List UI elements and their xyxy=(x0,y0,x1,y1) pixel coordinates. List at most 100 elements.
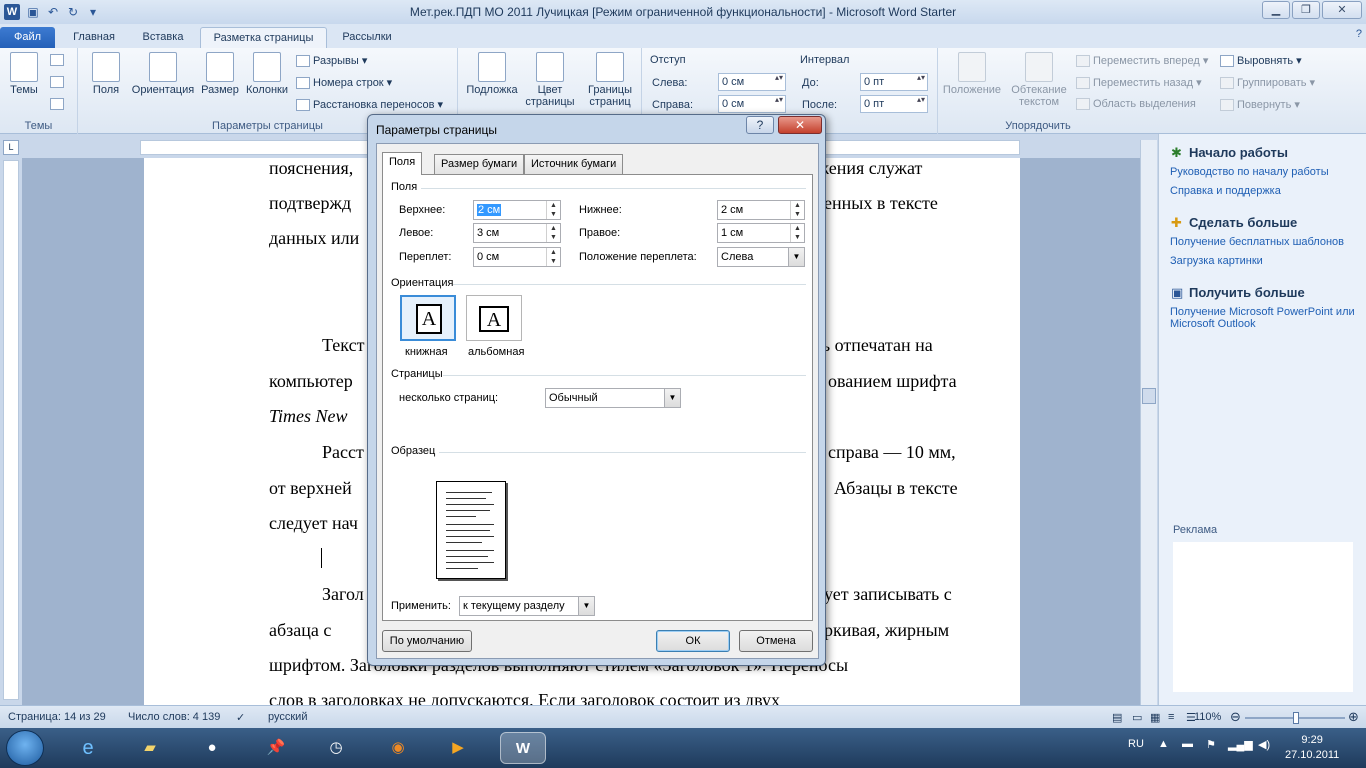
view-outline-icon[interactable]: ≡ xyxy=(1168,711,1174,723)
dropdown-arrow-icon[interactable]: ▼ xyxy=(788,248,804,266)
breaks-button[interactable]: Разрывы ▾ xyxy=(296,54,367,68)
spinner-arrows-icon[interactable]: ▲ ▼ xyxy=(546,224,560,242)
indent-left-spinner[interactable]: 0 см xyxy=(718,73,786,91)
spellcheck-icon[interactable]: ✓ xyxy=(236,711,245,724)
word-count[interactable]: Число слов: 4 139 xyxy=(128,711,220,723)
taskpane-link[interactable]: Загрузка картинки xyxy=(1170,255,1360,267)
set-as-default-button[interactable]: По умолчанию xyxy=(382,630,472,652)
spinner-arrows-icon[interactable]: ▲ ▼ xyxy=(790,201,804,219)
pushpin-icon[interactable]: 📌 xyxy=(260,732,292,764)
spinner-arrows-icon[interactable]: ▲ ▼ xyxy=(546,248,560,266)
spinner-arrows-icon[interactable]: ▲ ▼ xyxy=(546,201,560,219)
explorer-folder-icon[interactable]: ▰ xyxy=(134,732,166,764)
bottom-margin-spinner[interactable]: 2 см ▲ ▼ xyxy=(717,200,805,220)
multiple-pages-select[interactable]: Обычный ▼ xyxy=(545,388,681,408)
spacing-before-spinner[interactable]: 0 пт xyxy=(860,73,928,91)
tab-home[interactable]: Главная xyxy=(60,27,128,48)
page-count[interactable]: Страница: 14 из 29 xyxy=(8,711,106,723)
word-taskbar-icon[interactable]: W xyxy=(500,732,546,764)
theme-fonts-button[interactable] xyxy=(50,76,67,89)
right-margin-spinner[interactable]: 1 см ▲ ▼ xyxy=(717,223,805,243)
landscape-option[interactable]: A xyxy=(466,295,522,341)
indent-right-spinner[interactable]: 0 см xyxy=(718,95,786,113)
align-button[interactable]: Выровнять ▾ xyxy=(1220,54,1302,68)
themes-button[interactable]: Темы xyxy=(2,52,46,96)
ok-button[interactable]: ОК xyxy=(656,630,730,652)
redo-icon[interactable]: ↻ xyxy=(66,5,80,19)
dialog-close-button[interactable]: ✕ xyxy=(778,116,822,134)
cancel-button[interactable]: Отмена xyxy=(739,630,813,652)
page-borders-button[interactable]: Границы страниц xyxy=(580,52,640,108)
ad-box[interactable] xyxy=(1173,542,1353,692)
language-tray[interactable]: RU xyxy=(1128,738,1144,750)
dialog-tab-margins[interactable]: Поля xyxy=(382,152,423,175)
maximize-button[interactable]: ❐ xyxy=(1292,1,1320,19)
vertical-ruler[interactable] xyxy=(3,160,19,700)
dropdown-arrow-icon[interactable]: ▼ xyxy=(578,597,594,615)
network-icon[interactable]: ▂▄▆ xyxy=(1228,738,1253,751)
left-margin-spinner[interactable]: 3 см ▲ ▼ xyxy=(473,223,561,243)
clock-app-icon[interactable]: ◷ xyxy=(320,732,352,764)
firefox-icon[interactable]: ◉ xyxy=(382,732,414,764)
view-print-layout-icon[interactable]: ▤ xyxy=(1112,711,1122,724)
view-full-screen-icon[interactable]: ▭ xyxy=(1132,711,1142,724)
selection-pane-button[interactable]: Область выделения xyxy=(1076,98,1196,111)
undo-icon[interactable]: ↶ xyxy=(46,5,60,19)
minimize-button[interactable]: ▁ xyxy=(1262,1,1290,19)
qat-customize-icon[interactable]: ▾ xyxy=(86,5,100,19)
close-button[interactable]: ✕ xyxy=(1322,1,1362,19)
spinner-arrows-icon[interactable]: ▲ ▼ xyxy=(790,224,804,242)
ribbon-help-icon[interactable]: ? xyxy=(1356,28,1362,40)
apply-to-select[interactable]: к текущему разделу ▼ xyxy=(459,596,595,616)
media-player-icon[interactable]: ▶ xyxy=(442,732,474,764)
word-app-icon[interactable]: W xyxy=(4,4,20,20)
rotate-button[interactable]: Повернуть ▾ xyxy=(1220,98,1300,112)
start-button[interactable] xyxy=(6,730,44,766)
orientation-button[interactable]: Ориентация xyxy=(128,52,198,96)
gutter-spinner[interactable]: 0 см ▲ ▼ xyxy=(473,247,561,267)
page-color-button[interactable]: Цвет страницы xyxy=(522,52,578,108)
bring-forward-button[interactable]: Переместить вперед ▾ xyxy=(1076,54,1208,68)
position-button[interactable]: Положение xyxy=(940,52,1004,96)
tray-flag-icon[interactable]: ⚑ xyxy=(1206,738,1216,751)
dropdown-arrow-icon[interactable]: ▼ xyxy=(664,389,680,407)
size-button[interactable]: Размер xyxy=(198,52,242,96)
zoom-slider-knob[interactable] xyxy=(1293,712,1299,724)
zoom-in-icon[interactable]: ⊕ xyxy=(1348,709,1359,725)
dialog-help-button[interactable]: ? xyxy=(746,116,774,134)
gutter-position-select[interactable]: Слева ▼ xyxy=(717,247,805,267)
tray-device-icon[interactable]: ▬ xyxy=(1182,738,1193,750)
tab-insert[interactable]: Вставка xyxy=(131,27,195,48)
taskpane-link[interactable]: Руководство по началу работы xyxy=(1170,166,1360,178)
tab-mailings[interactable]: Рассылки xyxy=(332,27,402,48)
group-button[interactable]: Группировать ▾ xyxy=(1220,76,1315,90)
taskpane-link[interactable]: Получение бесплатных шаблонов xyxy=(1170,236,1360,248)
dialog-tab-paper-size[interactable]: Размер бумаги xyxy=(434,154,525,174)
internet-explorer-icon[interactable]: e xyxy=(72,732,104,764)
user-icon[interactable]: ● xyxy=(196,732,228,764)
columns-button[interactable]: Колонки xyxy=(242,52,292,96)
tab-file[interactable]: Файл xyxy=(0,27,55,48)
margins-button[interactable]: Поля xyxy=(84,52,128,96)
taskpane-link[interactable]: Получение Microsoft PowerPoint или Micro… xyxy=(1170,306,1360,330)
save-icon[interactable]: ▣ xyxy=(26,5,40,19)
language-indicator[interactable]: русский xyxy=(268,711,307,723)
watermark-button[interactable]: Подложка xyxy=(462,52,522,96)
line-numbers-button[interactable]: Номера строк ▾ xyxy=(296,76,392,90)
spacing-after-spinner[interactable]: 0 пт xyxy=(860,95,928,113)
theme-colors-button[interactable] xyxy=(50,54,67,67)
tray-arrow-icon[interactable]: ▲ xyxy=(1158,738,1169,750)
hyphenation-button[interactable]: Расстановка переносов ▾ xyxy=(296,98,443,112)
tab-page-layout[interactable]: Разметка страницы xyxy=(200,27,327,48)
dialog-tab-paper-source[interactable]: Источник бумаги xyxy=(524,154,624,174)
zoom-out-icon[interactable]: ⊖ xyxy=(1230,709,1241,725)
zoom-level[interactable]: 110% xyxy=(1194,711,1221,723)
view-web-layout-icon[interactable]: ▦ xyxy=(1150,711,1160,724)
tab-selector[interactable]: L xyxy=(3,140,19,155)
volume-icon[interactable]: ◀) xyxy=(1258,738,1270,751)
taskpane-link[interactable]: Справка и поддержка xyxy=(1170,185,1360,197)
vertical-scrollbar[interactable] xyxy=(1140,140,1157,705)
portrait-option[interactable]: A xyxy=(400,295,456,341)
wrap-text-button[interactable]: Обтекание текстом xyxy=(1006,52,1072,108)
scrollbar-thumb[interactable] xyxy=(1142,388,1156,404)
